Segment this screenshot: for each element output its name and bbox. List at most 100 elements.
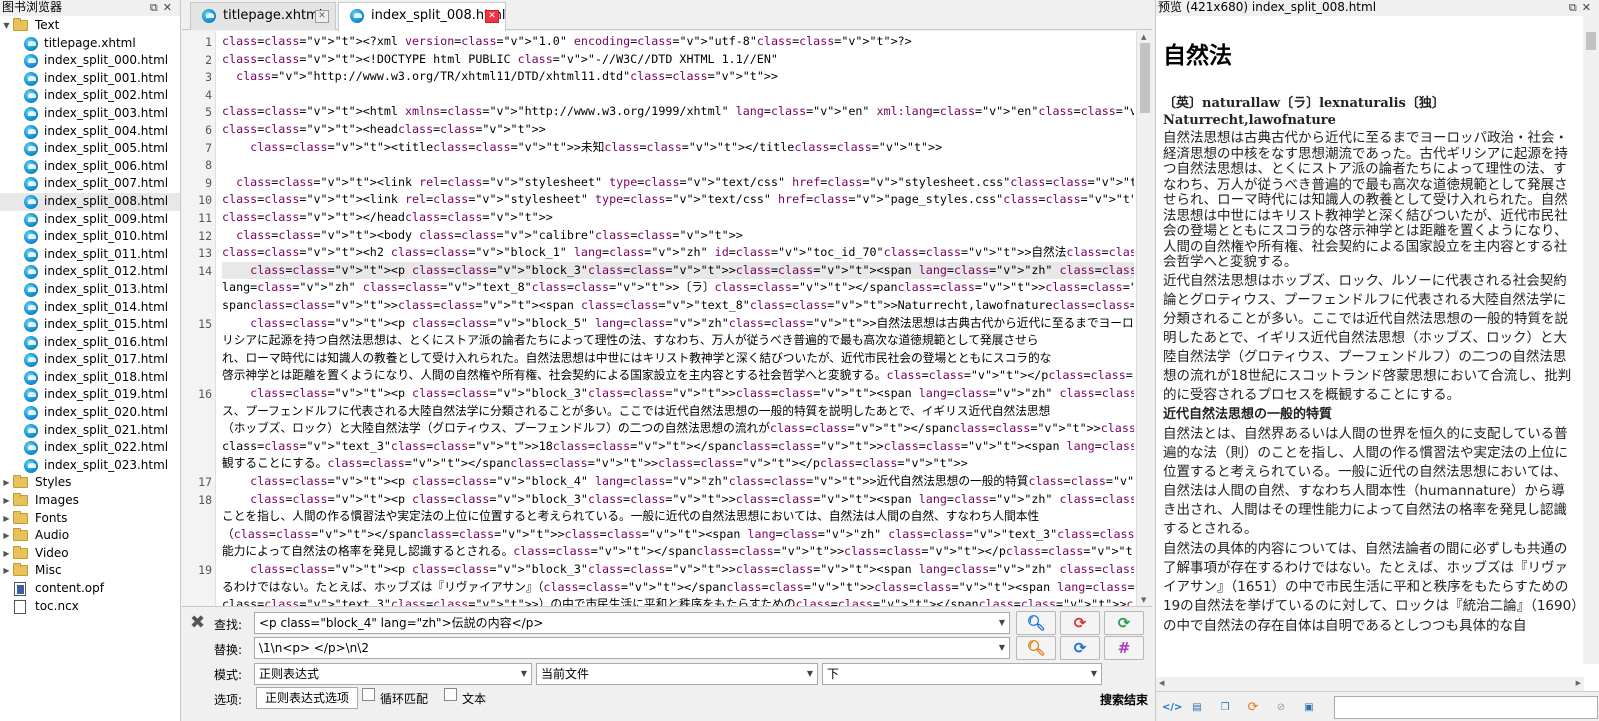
tree-item[interactable]: toc.ncx	[0, 598, 180, 616]
scroll-right-icon[interactable]: ▶	[1576, 679, 1581, 687]
tree-item[interactable]: index_split_022.html	[0, 439, 180, 457]
code-line[interactable]: （ホッブズ、ロック）と大陸自然法学（グロティウス、プーフェンドルフ）の二つの自然…	[222, 420, 1134, 438]
scroll-up-icon[interactable]: ▲	[1141, 33, 1146, 41]
tree-item[interactable]: index_split_021.html	[0, 422, 180, 440]
tree-item[interactable]: index_split_006.html	[0, 158, 180, 176]
code-line[interactable]: ス、プーフェンドルフに代表される大陸自然法学に分類されることが多い。ここでは近代…	[222, 403, 1134, 421]
tree-item[interactable]: titlepage.xhtml	[0, 35, 180, 53]
regex-function-button[interactable]: #	[1104, 636, 1144, 660]
code-editor[interactable]: 1 2 3 4 5 6 7 8 9 10 11 12 13 14 15 16 17 18 19 class=clas…	[182, 31, 1152, 607]
tree-item[interactable]: index_split_005.html	[0, 140, 180, 158]
chevron-right-icon[interactable]: ▶	[2, 492, 11, 510]
code-line[interactable]: れ、ローマ時代には知識人の教養として受け入れられた。自然法思想は中世にはキリスト…	[222, 350, 1134, 368]
code-line[interactable]: （class=class="v">"t"></spanclass=class="…	[222, 526, 1134, 544]
preview-horizontal-scrollbar[interactable]: ◀ ▶	[1156, 677, 1584, 691]
editor-vertical-scrollbar[interactable]: ▲ ▼	[1136, 31, 1152, 606]
tree-item[interactable]: index_split_010.html	[0, 228, 180, 246]
code-line[interactable]: class=class="v">"t"><link rel=class="v">…	[222, 191, 1134, 209]
code-line[interactable]: class=class="v">"text_3"class=class="v">…	[222, 438, 1134, 456]
tree-item[interactable]: ▶ Video	[0, 545, 180, 563]
find-next-button[interactable]: 🔍︎	[1016, 611, 1056, 635]
chevron-down-icon[interactable]: ▼	[2, 17, 11, 35]
panel-float-close-icons[interactable]: ⧉✕	[150, 0, 177, 15]
panel-float-close-icons[interactable]: ⧉✕	[1569, 0, 1596, 15]
chevron-down-icon[interactable]: ▼	[1091, 664, 1097, 684]
replace-find-button[interactable]: ⟳	[1060, 636, 1100, 660]
code-line[interactable]: class=class="v">"t"></headclass=class="v…	[222, 209, 1134, 227]
tree-item[interactable]: index_split_004.html	[0, 123, 180, 141]
code-line[interactable]: class=class="v">"t"><p class=class="v">"…	[222, 473, 1134, 491]
chevron-right-icon[interactable]: ▶	[2, 545, 11, 563]
tree-item[interactable]: ▶ Audio	[0, 527, 180, 545]
preview-scroll-thumb[interactable]	[1586, 32, 1596, 50]
text-checkbox[interactable]	[444, 688, 457, 701]
scope-select[interactable]: 当前文件 ▼	[536, 663, 818, 685]
tree-item[interactable]: index_split_000.html	[0, 52, 180, 70]
print-icon[interactable]: ▣	[1302, 701, 1316, 714]
code-line[interactable]: ことを指し、人間の作る慣習法や実定法の上位に位置すると考えられている。一般に近代…	[222, 508, 1134, 526]
scroll-left-icon[interactable]: ◀	[1159, 679, 1164, 687]
tree-item[interactable]: index_split_003.html	[0, 105, 180, 123]
code-line[interactable]: class=class="v">"t"><p class=class="v">"…	[222, 315, 1134, 333]
scroll-down-icon[interactable]: ▼	[1141, 596, 1146, 604]
count-button[interactable]: 🔍︎	[1016, 636, 1056, 660]
code-line[interactable]: 啓示神学とは距離を置くようになり、人間の自然権や所有権、社会契約による国家設立を…	[222, 367, 1134, 385]
wrap-checkbox[interactable]	[362, 688, 375, 701]
tree-item[interactable]: index_split_009.html	[0, 211, 180, 229]
tree-item[interactable]: index_split_019.html	[0, 386, 180, 404]
chevron-right-icon[interactable]: ▶	[2, 474, 11, 492]
find-input[interactable]: <p class="block_4" lang="zh">伝説の内容</p> ▼	[254, 612, 1010, 634]
tree-item[interactable]: index_split_018.html	[0, 369, 180, 387]
replace-button[interactable]: ⟳	[1060, 611, 1100, 635]
tree-item[interactable]: index_split_011.html	[0, 246, 180, 264]
close-icon[interactable]: ✕	[315, 10, 329, 23]
tree-item[interactable]: index_split_001.html	[0, 70, 180, 88]
tree-item[interactable]: index_split_017.html	[0, 351, 180, 369]
regex-options-button[interactable]: 正则表达式选项	[256, 687, 359, 709]
code-line[interactable]: spanclass=class="v">"t">>class=class="v"…	[222, 297, 1134, 315]
tree-item[interactable]: content.opf	[0, 580, 180, 598]
tree-item[interactable]: index_split_002.html	[0, 87, 180, 105]
replace-input[interactable]: \1\n<p> </p>\n\2 ▼	[254, 637, 1010, 659]
chevron-right-icon[interactable]: ▶	[2, 527, 11, 545]
close-icon[interactable]: ✕	[485, 10, 499, 23]
tree-item[interactable]: index_split_008.html	[0, 192, 180, 211]
code-line[interactable]: class=class="v">"t"><p class=class="v">"…	[222, 561, 1134, 579]
tree-item[interactable]: index_split_014.html	[0, 299, 180, 317]
chevron-down-icon[interactable]: ▼	[521, 664, 527, 684]
tree-item[interactable]: index_split_023.html	[0, 457, 180, 475]
tree-item[interactable]: index_split_013.html	[0, 281, 180, 299]
tree-item[interactable]: index_split_016.html	[0, 334, 180, 352]
code-area[interactable]: class=class="v">"t"><?xml version=class=…	[218, 31, 1136, 606]
code-line[interactable]: class=class="v">"t"><html xmlns=class="v…	[222, 103, 1134, 121]
tab-index-split-008[interactable]: index_split_008.html ✕	[338, 2, 506, 31]
code-line[interactable]: class=class="v">"t"><headclass=class="v"…	[222, 121, 1134, 139]
code-line[interactable]: class=class="v">"t"><h2 class=class="v">…	[222, 244, 1134, 262]
code-line[interactable]: 能力によって自然法の格率を発見し認識するとされる。class=class="v"…	[222, 543, 1134, 561]
chevron-right-icon[interactable]: ▶	[2, 510, 11, 528]
code-line[interactable]: るわけではない。たとえば、ホッブズは『リヴァイアサン』（class=class=…	[222, 579, 1134, 597]
preview-content[interactable]: 自然法 〔英〕naturallaw〔ラ〕lexnaturalis〔独〕 Natu…	[1156, 16, 1584, 664]
chevron-down-icon[interactable]: ▼	[999, 613, 1005, 633]
code-line[interactable]: class=class="v">"t"><?xml version=class=…	[222, 33, 1134, 51]
code-line[interactable]: class=class="v">"t"><p class=class="v">"…	[222, 385, 1134, 403]
code-line[interactable]: class=class="v">"t"><p class=class="v">"…	[222, 491, 1134, 509]
tree-item[interactable]: ▶ Fonts	[0, 510, 180, 528]
reload-icon[interactable]: ⟳	[1246, 701, 1260, 714]
tree-item[interactable]: ▶ Styles	[0, 474, 180, 492]
mode-select[interactable]: 正则表达式 ▼	[254, 663, 532, 685]
tree-item[interactable]: index_split_020.html	[0, 404, 180, 422]
tree-item[interactable]: index_split_007.html	[0, 175, 180, 193]
disabled-icon[interactable]: ⊘	[1274, 701, 1288, 714]
copy-selection-icon[interactable]: ▤	[1190, 701, 1204, 714]
chevron-right-icon[interactable]: ▶	[2, 562, 11, 580]
replace-all-button[interactable]: ⟳	[1104, 611, 1144, 635]
code-line[interactable]: 観することにする。class=class="v">"t"></spanclass…	[222, 455, 1134, 473]
preview-vertical-scrollbar[interactable]	[1583, 16, 1599, 664]
tree-item[interactable]: index_split_015.html	[0, 316, 180, 334]
code-line[interactable]: class=class="v">"t"><titleclass=class="v…	[222, 139, 1134, 157]
close-find-icon[interactable]: ✖	[190, 612, 205, 633]
scroll-thumb[interactable]	[1140, 43, 1150, 113]
copy-icon[interactable]: ❐	[1218, 701, 1232, 714]
tree-item[interactable]: ▶ Misc	[0, 562, 180, 580]
